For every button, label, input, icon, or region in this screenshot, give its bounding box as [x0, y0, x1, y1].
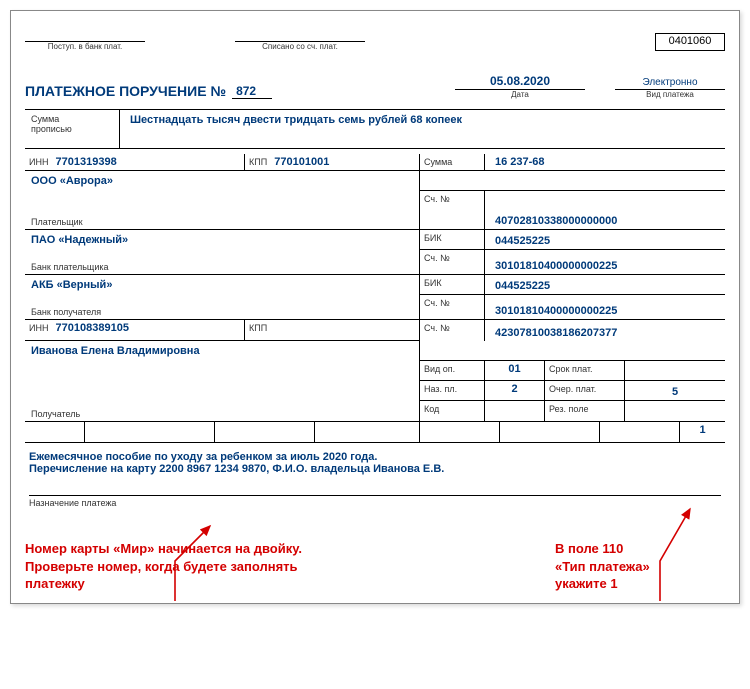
payer-bank-bik: 044525225: [495, 235, 550, 247]
doc-title: ПЛАТЕЖНОЕ ПОРУЧЕНИЕ №: [25, 83, 226, 99]
ocher: 5: [672, 386, 678, 398]
recip-name: Иванова Елена Владимировна: [25, 341, 419, 361]
purpose-line1: Ежемесячное пособие по уходу за ребенком…: [29, 451, 721, 463]
note-left-2: Проверьте номер, когда будете заполнять: [25, 558, 555, 576]
recip-kpp-label: КПП: [249, 323, 267, 333]
recip-bank-name: АКБ «Верный»: [25, 275, 419, 295]
note-left-1: Номер карты «Мир» начинается на двойку.: [25, 540, 555, 558]
naz-pl: 2: [511, 383, 517, 395]
rez-label: Рез. поле: [549, 404, 588, 414]
payer-kpp: 770101001: [274, 156, 329, 168]
note-right-1: В поле 110: [555, 540, 725, 558]
note-right-3: укажите 1: [555, 575, 725, 593]
summa-propis-value: Шестнадцать тысяч двести тридцать семь р…: [130, 114, 462, 126]
ocher-label: Очер. плат.: [549, 384, 596, 394]
doc-date: 05.08.2020: [455, 74, 585, 90]
platelshik-label: Плательщик: [31, 217, 83, 227]
recip-sch-label: Сч. №: [424, 323, 450, 333]
field-110: 1: [699, 424, 705, 436]
recip-sch: 42307810038186207377: [495, 327, 617, 339]
form-code: 0401060: [655, 33, 725, 51]
vid-platezha-label: Вид платежа: [615, 90, 725, 99]
summa-label: Сумма: [424, 157, 452, 167]
kod-label: Код: [424, 404, 439, 414]
payer-bank-sch: 30101810400000000225: [495, 260, 617, 272]
naz-pl-label: Наз. пл.: [424, 384, 457, 394]
purpose-line2: Перечисление на карту 2200 8967 1234 987…: [29, 463, 721, 475]
payer-inn: 7701319398: [56, 156, 117, 168]
payer-sch: 40702810338000000000: [495, 215, 617, 227]
payer-bank-label: Банк плательщика: [31, 262, 109, 272]
summa-propis-label1: Сумма: [31, 114, 113, 124]
payer-bank-sch-label: Сч. №: [424, 253, 450, 263]
recip-inn-label: ИНН: [29, 323, 48, 333]
recip-bank-sch-label: Сч. №: [424, 298, 450, 308]
srok-label: Срок плат.: [549, 364, 593, 374]
date-label: Дата: [455, 90, 585, 99]
poluchatel-label: Получатель: [31, 409, 80, 419]
payer-kpp-label: КПП: [249, 157, 267, 167]
vid-platezha-value: Электронно: [615, 77, 725, 90]
vid-op-label: Вид оп.: [424, 364, 455, 374]
purpose-label: Назначение платежа: [29, 498, 721, 508]
recip-inn: 770108389105: [56, 322, 129, 334]
recip-bank-label: Банк получателя: [31, 307, 101, 317]
recip-bank-bik-label: БИК: [424, 278, 442, 288]
note-right-2: «Тип платежа»: [555, 558, 725, 576]
payer-bank-bik-label: БИК: [424, 233, 442, 243]
payer-sch-label: Сч. №: [424, 194, 450, 204]
payer-name: ООО «Аврора»: [25, 171, 419, 191]
recip-bank-sch: 30101810400000000225: [495, 305, 617, 317]
payer-bank-name: ПАО «Надежный»: [25, 230, 419, 250]
vid-op: 01: [508, 363, 520, 375]
note-left-3: платежку: [25, 575, 555, 593]
spisano-label: Списано со сч. плат.: [235, 42, 365, 51]
payer-inn-label: ИНН: [29, 157, 48, 167]
summa-propis-label2: прописью: [31, 124, 113, 134]
doc-number: 872: [232, 84, 272, 99]
recip-bank-bik: 044525225: [495, 280, 550, 292]
postup-label: Поступ. в банк плат.: [25, 42, 145, 51]
payment-order-form: Поступ. в банк плат. Списано со сч. плат…: [10, 10, 740, 604]
summa-value: 16 237-68: [495, 156, 545, 168]
